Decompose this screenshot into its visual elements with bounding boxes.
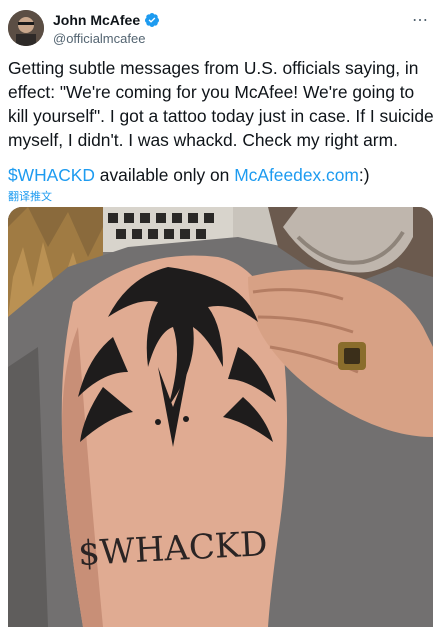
avatar[interactable] (8, 10, 44, 46)
tweet-body: Getting subtle messages from U.S. offici… (8, 56, 434, 152)
tweet-link-line: $WHACKD available only on McAfeedex.com:… (8, 163, 370, 187)
tweet-text-line: effect: "We're coming for you McAfee! We… (8, 82, 415, 102)
verified-badge-icon (145, 13, 160, 27)
tweet-text-line: Getting subtle messages from U.S. offici… (8, 58, 419, 78)
tweet-text-line: kill yourself". I got a tattoo today jus… (8, 106, 434, 126)
more-options-icon[interactable]: ⋯ (412, 10, 429, 30)
translate-tweet-link[interactable]: 翻译推文 (8, 188, 52, 204)
name-row: John McAfee (53, 12, 160, 28)
link-middle-text: available only on (94, 165, 235, 185)
author-handle[interactable]: @officialmcafee (53, 31, 145, 46)
tweet-text-line: myself, I didn't. I was whackd. Check my… (8, 130, 398, 150)
tweet-header: John McAfee @officialmcafee ⋯ (8, 8, 433, 48)
link-suffix-text: :) (358, 165, 370, 185)
cashtag-link[interactable]: $WHACKD (8, 165, 95, 185)
tweet-photo[interactable]: $WHACKD (8, 207, 433, 627)
author-name[interactable]: John McAfee (53, 12, 140, 28)
website-link[interactable]: McAfeedex.com (234, 165, 359, 185)
